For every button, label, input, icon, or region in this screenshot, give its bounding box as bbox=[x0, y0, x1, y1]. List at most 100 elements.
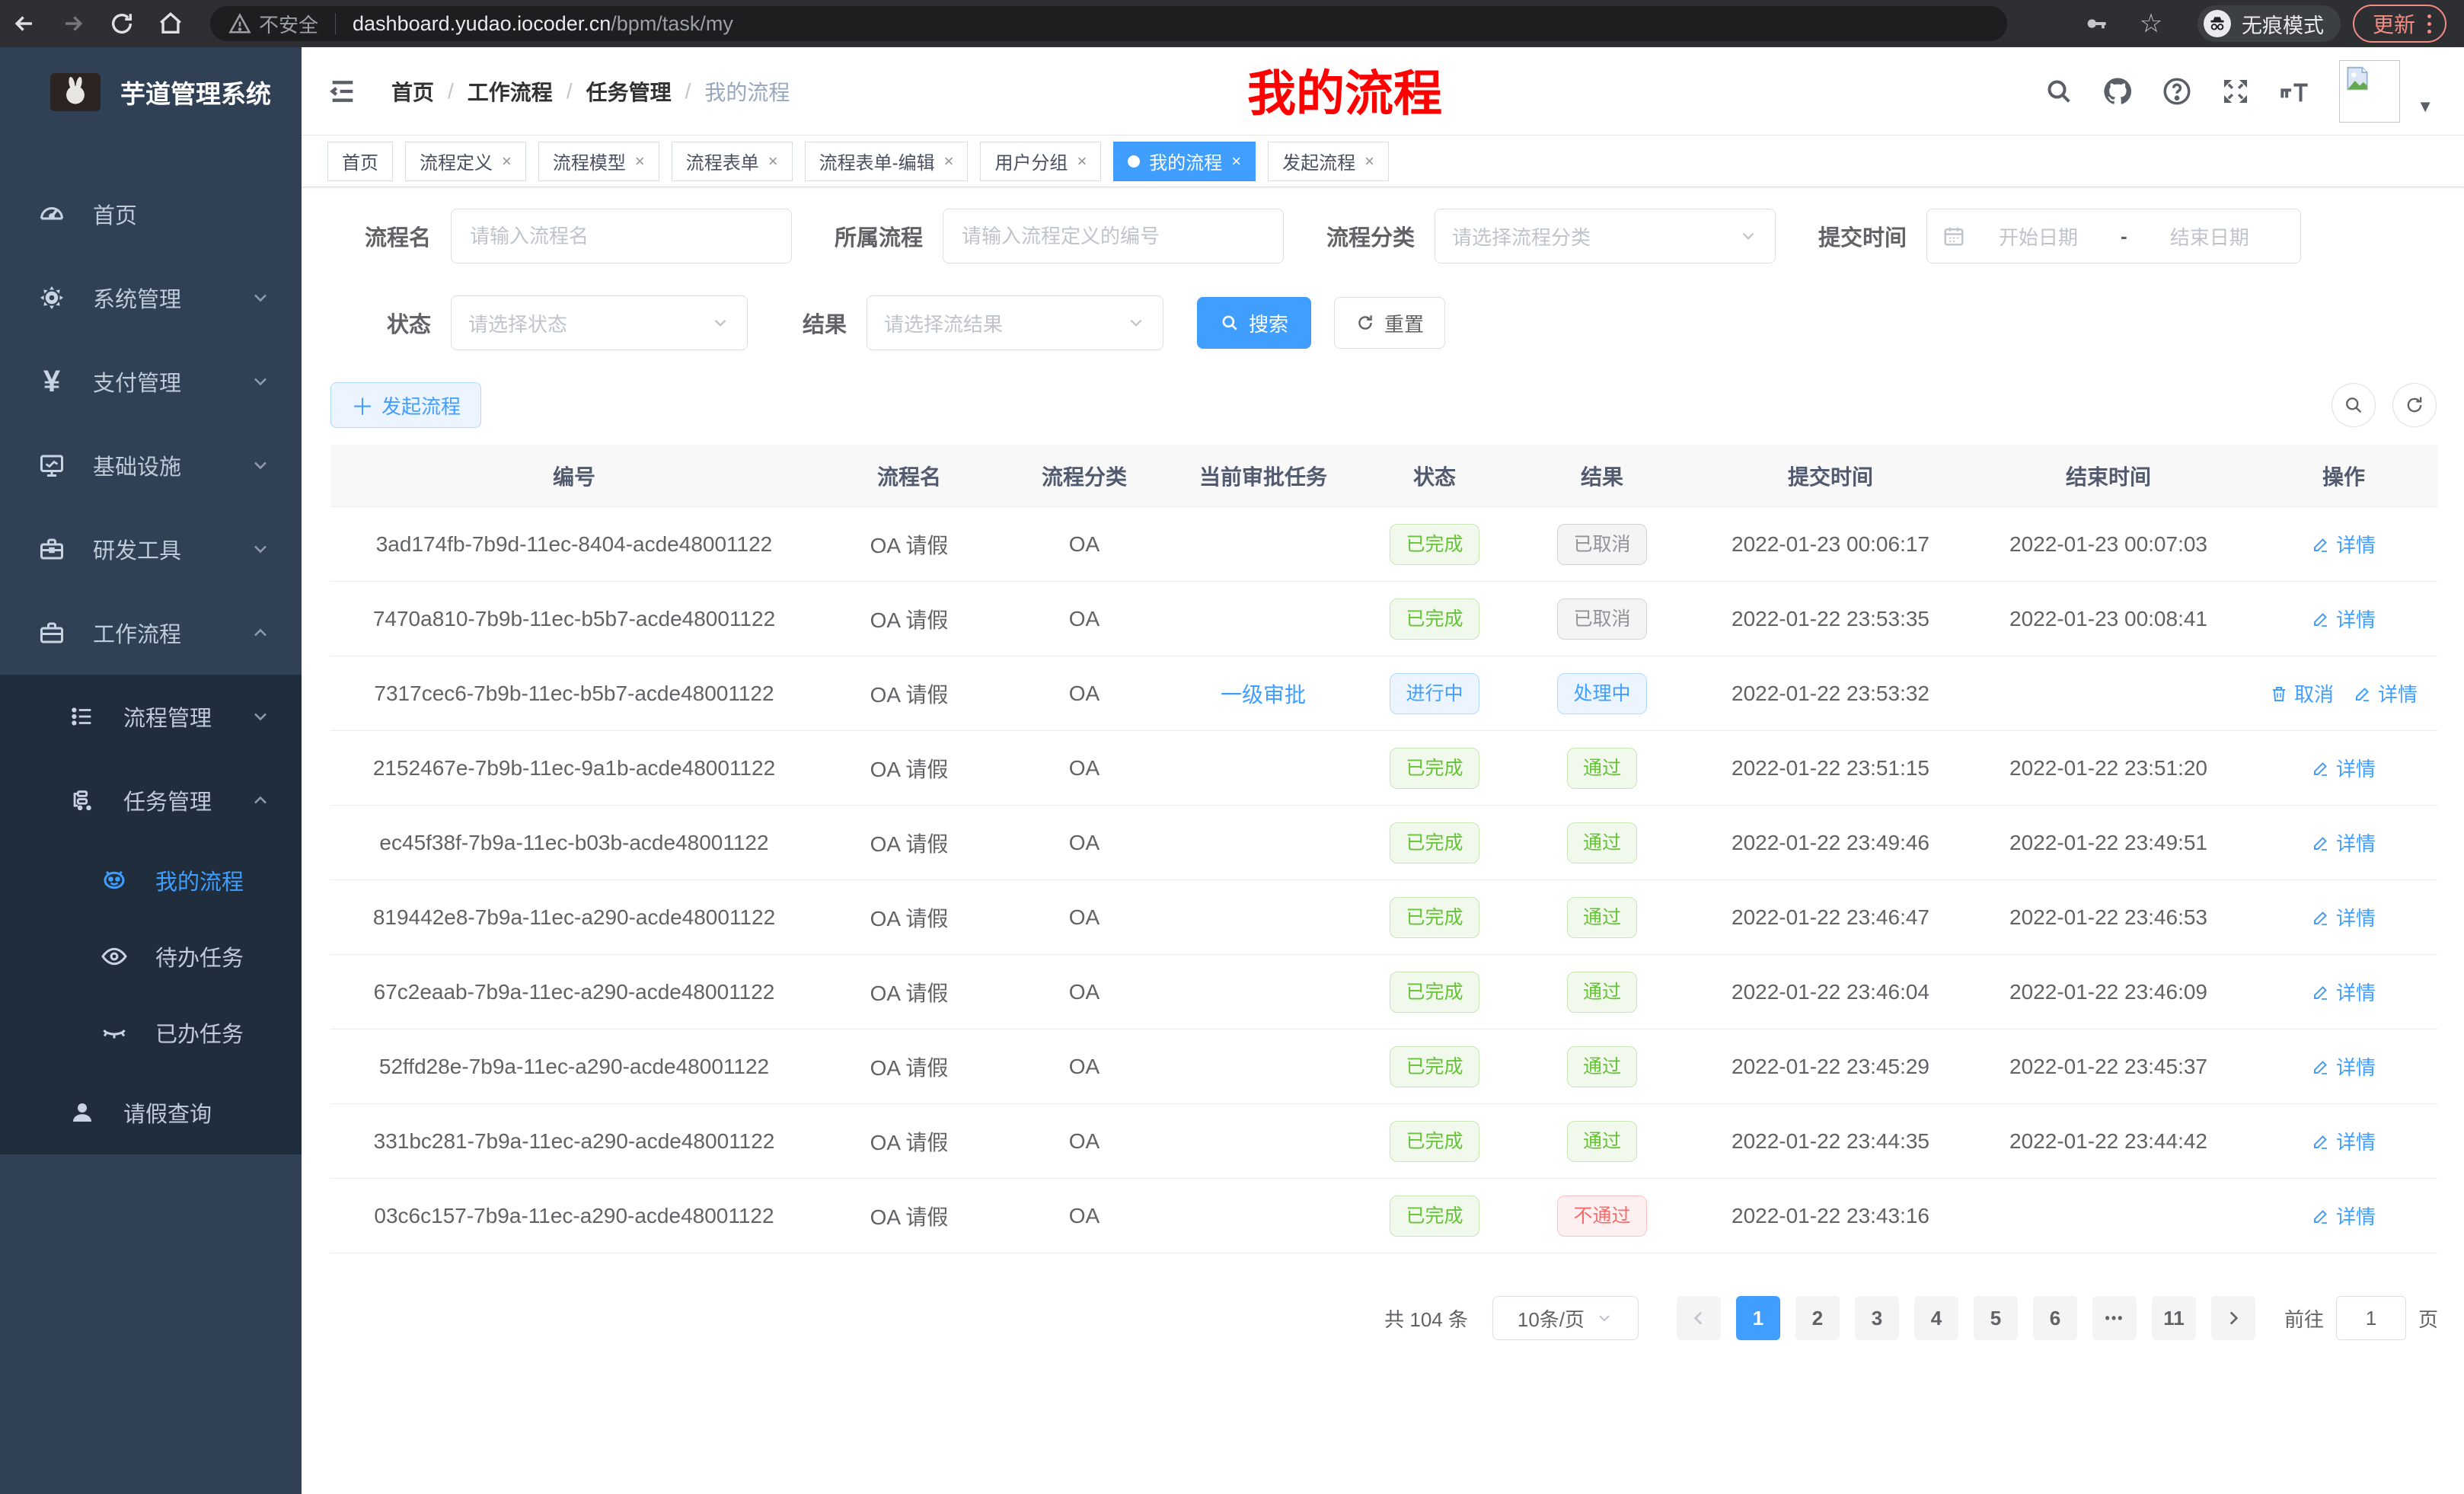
tag-home[interactable]: 首页 bbox=[327, 142, 393, 181]
close-icon[interactable]: × bbox=[635, 152, 645, 171]
reload-icon[interactable] bbox=[97, 0, 146, 47]
chevron-right-icon bbox=[2223, 1308, 2243, 1328]
tag-start-process[interactable]: 发起流程× bbox=[1268, 142, 1389, 181]
chevron-down-icon bbox=[1126, 313, 1146, 333]
sidebar-item-my-process[interactable]: 我的流程 bbox=[0, 842, 302, 918]
sidebar-item-leave-query[interactable]: 请假查询 bbox=[0, 1071, 302, 1154]
start-process-button[interactable]: ＋ 发起流程 bbox=[330, 382, 481, 428]
search-icon[interactable] bbox=[2044, 76, 2074, 107]
incognito-badge: 无痕模式 bbox=[2197, 5, 2341, 42]
sidebar-item-done-tasks[interactable]: 已办任务 bbox=[0, 994, 302, 1071]
submit-time-range-picker[interactable]: 开始日期 - 结束日期 bbox=[1926, 209, 2301, 263]
avatar-caret-icon[interactable]: ▼ bbox=[2417, 97, 2434, 117]
password-key-icon[interactable] bbox=[2077, 0, 2115, 47]
refresh-table-button[interactable] bbox=[2392, 383, 2437, 427]
tag-process-form[interactable]: 流程表单× bbox=[672, 142, 793, 181]
jump-page-input[interactable] bbox=[2336, 1296, 2406, 1340]
tag-process-definition[interactable]: 流程定义× bbox=[405, 142, 526, 181]
tag-process-model[interactable]: 流程模型× bbox=[538, 142, 659, 181]
current-task-link[interactable]: 一级审批 bbox=[1221, 683, 1306, 707]
page-size-select[interactable]: 10条/页 bbox=[1492, 1296, 1639, 1340]
detail-link[interactable]: 详情 bbox=[2312, 1202, 2376, 1230]
detail-link[interactable]: 详情 bbox=[2312, 1052, 2376, 1081]
close-icon[interactable]: × bbox=[768, 152, 778, 171]
browser-update-button[interactable]: 更新 bbox=[2353, 5, 2446, 43]
bookmark-star-icon[interactable]: ☆ bbox=[2132, 0, 2170, 47]
sidebar-item-todo-tasks[interactable]: 待办任务 bbox=[0, 918, 302, 994]
incognito-icon bbox=[2204, 10, 2231, 37]
status-badge: 已完成 bbox=[1390, 822, 1479, 864]
font-size-icon[interactable] bbox=[2278, 76, 2312, 107]
sidebar-item-task-management[interactable]: 任务管理 bbox=[0, 758, 302, 842]
page-button[interactable]: 1 bbox=[1736, 1296, 1780, 1340]
cancel-link[interactable]: 取消 bbox=[2270, 679, 2334, 707]
breadcrumb-workflow[interactable]: 工作流程 bbox=[468, 76, 553, 107]
detail-link[interactable]: 详情 bbox=[2354, 679, 2418, 707]
fullscreen-icon[interactable] bbox=[2220, 76, 2251, 107]
page-button[interactable]: 5 bbox=[1974, 1296, 2018, 1340]
page-button[interactable]: 6 bbox=[2033, 1296, 2077, 1340]
edit-icon bbox=[2312, 759, 2330, 777]
category-select[interactable]: 请选择流程分类 bbox=[1435, 209, 1776, 263]
prev-page-button[interactable] bbox=[1677, 1296, 1721, 1340]
back-icon[interactable] bbox=[0, 0, 49, 47]
show-search-toggle-button[interactable] bbox=[2332, 383, 2376, 427]
breadcrumb-task-management[interactable]: 任务管理 bbox=[586, 76, 672, 107]
sidebar-item-infrastructure[interactable]: 基础设施 bbox=[0, 423, 302, 507]
filter-row-2: 状态 请选择状态 结果 请选择流结果 搜索 重置 bbox=[330, 295, 2464, 350]
sidebar-item-home[interactable]: 首页 bbox=[0, 172, 302, 256]
sidebar-item-workflow[interactable]: 工作流程 bbox=[0, 591, 302, 675]
sidebar-item-payment[interactable]: ¥ 支付管理 bbox=[0, 340, 302, 423]
page-button[interactable]: 4 bbox=[1914, 1296, 1958, 1340]
tag-user-group[interactable]: 用户分组× bbox=[980, 142, 1101, 181]
sidebar-item-process-management[interactable]: 流程管理 bbox=[0, 675, 302, 758]
result-badge: 通过 bbox=[1567, 748, 1637, 789]
tag-process-form-edit[interactable]: 流程表单-编辑× bbox=[805, 142, 969, 181]
tag-my-process[interactable]: 我的流程× bbox=[1113, 142, 1256, 181]
page-button[interactable]: 2 bbox=[1795, 1296, 1840, 1340]
eye-closed-icon bbox=[99, 1019, 129, 1046]
status-label: 状态 bbox=[330, 307, 431, 339]
browser-menu-icon[interactable] bbox=[2427, 14, 2431, 34]
address-bar[interactable]: 不安全 dashboard.yudao.iocoder.cn/bpm/task/… bbox=[210, 6, 2007, 41]
detail-link[interactable]: 详情 bbox=[2312, 530, 2376, 558]
detail-link[interactable]: 详情 bbox=[2312, 754, 2376, 782]
divider bbox=[335, 13, 336, 34]
github-icon[interactable] bbox=[2102, 75, 2134, 107]
jump-prefix: 前往 bbox=[2284, 1304, 2324, 1333]
more-pages-button[interactable]: ••• bbox=[2092, 1296, 2137, 1340]
home-icon[interactable] bbox=[146, 0, 195, 47]
breadcrumb-home[interactable]: 首页 bbox=[391, 76, 434, 107]
chevron-down-icon bbox=[250, 455, 271, 476]
detail-link[interactable]: 详情 bbox=[2312, 1127, 2376, 1155]
close-icon[interactable]: × bbox=[1231, 152, 1241, 171]
not-secure-warning[interactable]: 不安全 bbox=[228, 10, 318, 38]
result-select[interactable]: 请选择流结果 bbox=[867, 295, 1163, 350]
close-icon[interactable]: × bbox=[944, 152, 954, 171]
page-button[interactable]: 11 bbox=[2152, 1296, 2196, 1340]
sidebar-item-system[interactable]: 系统管理 bbox=[0, 256, 302, 340]
process-name-input[interactable] bbox=[451, 209, 792, 263]
close-icon[interactable]: × bbox=[1364, 152, 1374, 171]
jump-suffix: 页 bbox=[2418, 1304, 2438, 1333]
start-date-placeholder: 开始日期 bbox=[1999, 222, 2078, 251]
detail-link[interactable]: 详情 bbox=[2312, 828, 2376, 857]
sidebar-item-dev-tools[interactable]: 研发工具 bbox=[0, 507, 302, 591]
status-select[interactable]: 请选择状态 bbox=[451, 295, 748, 350]
page-button[interactable]: 3 bbox=[1855, 1296, 1899, 1340]
forward-icon[interactable] bbox=[49, 0, 97, 47]
chevron-up-icon bbox=[250, 622, 271, 643]
close-icon[interactable]: × bbox=[502, 152, 512, 171]
detail-link[interactable]: 详情 bbox=[2312, 605, 2376, 633]
detail-link[interactable]: 详情 bbox=[2312, 978, 2376, 1006]
hamburger-icon[interactable] bbox=[320, 69, 365, 114]
close-icon[interactable]: × bbox=[1077, 152, 1087, 171]
calendar-icon bbox=[1942, 225, 1965, 247]
avatar[interactable] bbox=[2339, 60, 2400, 123]
search-button[interactable]: 搜索 bbox=[1197, 297, 1311, 349]
help-icon[interactable] bbox=[2161, 75, 2193, 107]
detail-link[interactable]: 详情 bbox=[2312, 903, 2376, 931]
next-page-button[interactable] bbox=[2211, 1296, 2255, 1340]
reset-button[interactable]: 重置 bbox=[1334, 297, 1445, 349]
process-def-input[interactable] bbox=[943, 209, 1284, 263]
